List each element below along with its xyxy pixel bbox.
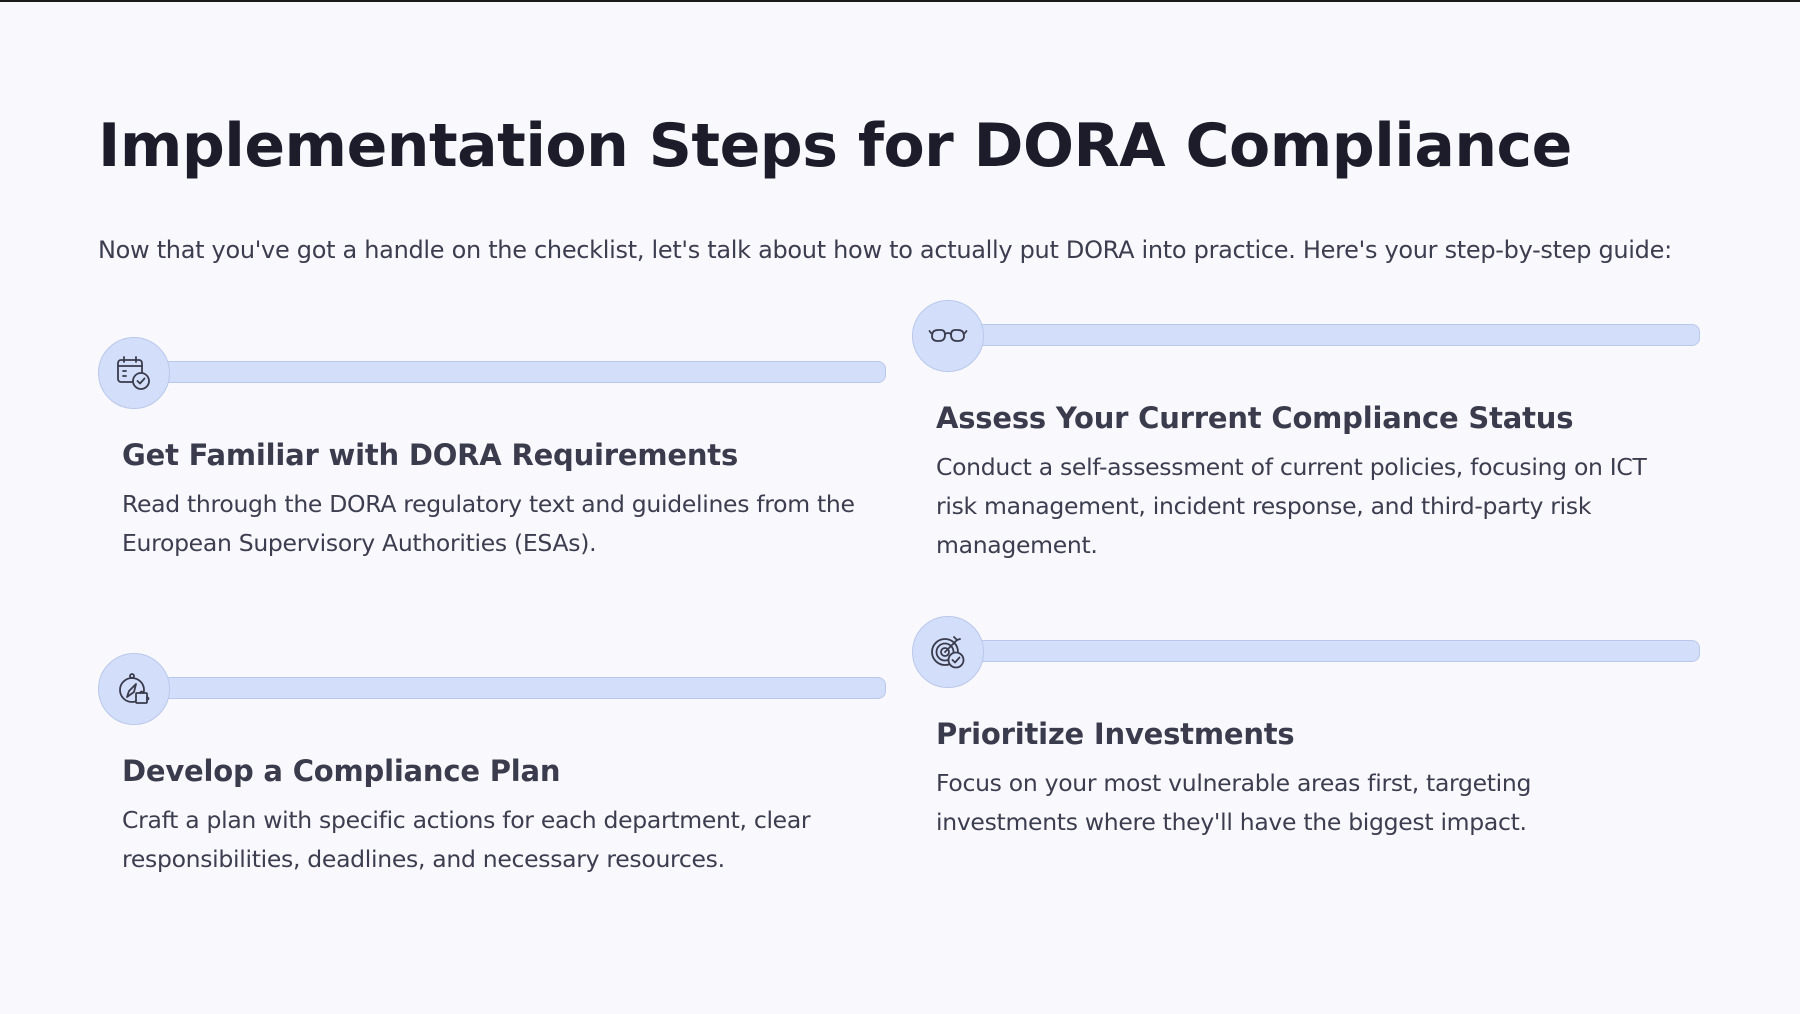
compass-puzzle-icon	[98, 653, 170, 725]
step-description: Read through the DORA regulatory text an…	[122, 490, 855, 557]
step-title: Get Familiar with DORA Requirements	[122, 438, 739, 472]
step-progress-bar	[968, 640, 1700, 662]
glasses-icon	[912, 300, 984, 372]
step-progress-bar	[154, 677, 886, 699]
target-check-icon	[912, 616, 984, 688]
step-title: Assess Your Current Compliance Status	[936, 401, 1574, 435]
step-description: Focus on your most vulnerable areas firs…	[936, 769, 1532, 836]
page-title: Implementation Steps for DORA Compliance	[98, 111, 1572, 181]
step-description: Craft a plan with specific actions for e…	[122, 806, 811, 873]
step-progress-bar	[968, 324, 1700, 346]
step-title: Prioritize Investments	[936, 717, 1295, 751]
step-description: Conduct a self-assessment of current pol…	[936, 453, 1647, 559]
calendar-check-icon	[98, 337, 170, 409]
intro-text: Now that you've got a handle on the chec…	[98, 236, 1672, 264]
step-title: Develop a Compliance Plan	[122, 754, 561, 788]
top-border	[0, 0, 1800, 2]
step-progress-bar	[154, 361, 886, 383]
